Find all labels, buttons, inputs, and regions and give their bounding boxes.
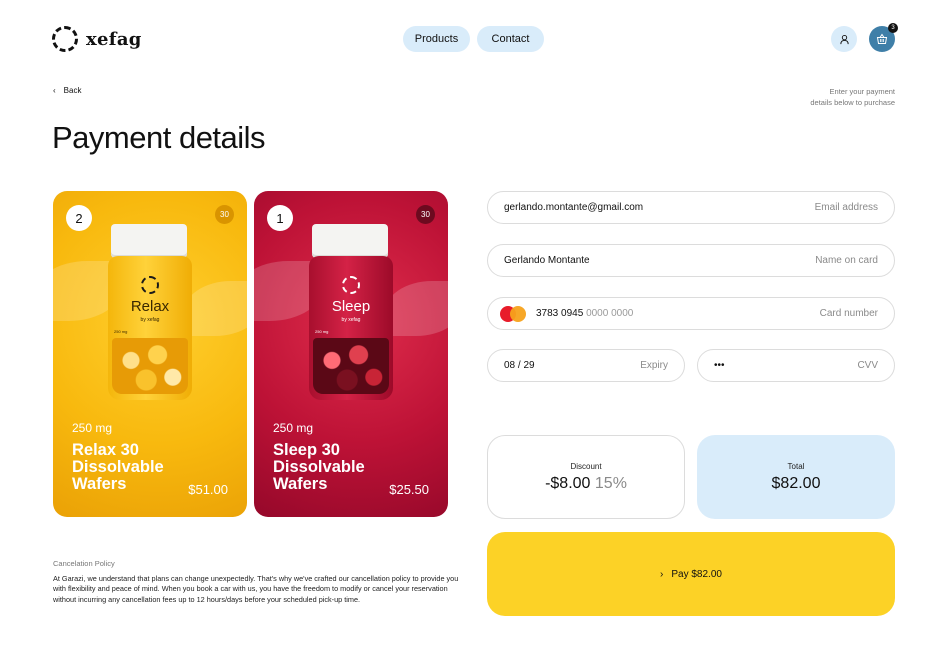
name-value: Gerlando Montante: [504, 255, 590, 266]
count-badge: 30: [215, 205, 234, 224]
cart-count-badge: 3: [888, 23, 898, 33]
discount-label: Discount: [570, 461, 602, 471]
quantity-badge: 1: [267, 205, 293, 231]
bottle-label-name: Sleep: [331, 298, 371, 315]
product-card-sleep[interactable]: 1 30 Sleep by xefag 250 mg 250 mg Sleep …: [254, 191, 448, 517]
name-label: Name on card: [815, 255, 878, 266]
bottle-logo-icon: [342, 276, 360, 294]
cart-button[interactable]: 3: [869, 23, 898, 52]
bottle-gels: [112, 338, 188, 394]
product-name: Relax 30 Dissolvable Wafers: [72, 441, 164, 493]
product-price: $51.00: [188, 482, 228, 497]
bottle-label-mg: 250 mg: [114, 329, 128, 334]
product-name: Sleep 30 Dissolvable Wafers: [273, 441, 365, 493]
mastercard-icon: [500, 305, 526, 322]
product-price: $25.50: [389, 482, 429, 497]
expiry-field[interactable]: 08 / 29 Expiry: [487, 349, 685, 382]
name-on-card-field[interactable]: Gerlando Montante Name on card: [487, 244, 895, 277]
count-badge: 30: [416, 205, 435, 224]
product-bottle-image: Relax by xefag 250 mg: [108, 224, 192, 400]
chevron-left-icon: ‹: [53, 86, 56, 95]
hint-line: details below to purchase: [810, 98, 895, 107]
brand-name: xefag: [86, 28, 142, 50]
leaf-decoration: [183, 281, 247, 336]
email-label: Email address: [814, 202, 878, 213]
policy-title: Cancelation Policy: [53, 559, 115, 568]
product-dosage: 250 mg: [72, 421, 113, 435]
product-card-relax[interactable]: 2 30 Relax by xefag 250 mg 250 mg Relax …: [53, 191, 247, 517]
account-button[interactable]: [831, 26, 857, 52]
bottle-label-name: Relax: [130, 298, 170, 315]
bottle-body: Relax by xefag 250 mg: [108, 256, 192, 400]
pay-button[interactable]: › Pay $82.00: [487, 532, 895, 616]
total-box: Total $82.00: [697, 435, 895, 519]
discount-value: -$8.00: [545, 474, 591, 492]
policy-text: At Garazi, we understand that plans can …: [53, 574, 459, 604]
total-label: Total: [787, 461, 805, 471]
discount-box: Discount -$8.00 15%: [487, 435, 685, 519]
expiry-value: 08 / 29: [504, 360, 535, 371]
cvv-field[interactable]: ••• CVV: [697, 349, 895, 382]
product-dosage: 250 mg: [273, 421, 314, 435]
card-number-label: Card number: [819, 308, 878, 319]
card-number-visible: 3783 0945: [536, 308, 584, 319]
bottle-cap: [312, 224, 388, 258]
page-title: Payment details: [52, 120, 266, 155]
email-value: gerlando.montante@gmail.com: [504, 202, 644, 213]
payment-hint: Enter your payment details below to purc…: [775, 86, 895, 108]
logo-mark-icon: [52, 26, 78, 52]
bottle-label-sub: by xefag: [341, 317, 361, 323]
nav-products[interactable]: Products: [403, 26, 470, 52]
bottle-body: Sleep by xefag 250 mg: [309, 256, 393, 400]
basket-icon: [876, 33, 888, 44]
nav-contact[interactable]: Contact: [477, 26, 544, 52]
cvv-label: CVV: [857, 360, 878, 371]
bottle-label-sub: by xefag: [140, 317, 160, 323]
expiry-label: Expiry: [640, 360, 668, 371]
bottle-label-mg: 250 mg: [315, 329, 329, 334]
user-icon: [839, 34, 849, 44]
product-bottle-image: Sleep by xefag 250 mg: [309, 224, 393, 400]
back-link[interactable]: ‹ Back: [53, 86, 81, 95]
total-value: $82.00: [771, 474, 821, 492]
email-field[interactable]: gerlando.montante@gmail.com Email addres…: [487, 191, 895, 224]
back-label: Back: [63, 86, 82, 95]
bottle-cap: [111, 224, 187, 258]
pay-label: Pay $82.00: [671, 568, 722, 580]
card-number-masked: 0000 0000: [586, 308, 634, 319]
cvv-value: •••: [714, 360, 725, 371]
leaf-decoration: [384, 281, 448, 336]
bottle-gels: [313, 338, 389, 394]
card-number-field[interactable]: 3783 0945 0000 0000 Card number: [487, 297, 895, 330]
chevron-right-icon: ›: [660, 568, 664, 580]
quantity-badge: 2: [66, 205, 92, 231]
hint-line: Enter your payment: [829, 87, 895, 96]
discount-percent: 15%: [594, 474, 627, 492]
bottle-logo-icon: [141, 276, 159, 294]
brand-logo[interactable]: xefag: [52, 26, 142, 52]
